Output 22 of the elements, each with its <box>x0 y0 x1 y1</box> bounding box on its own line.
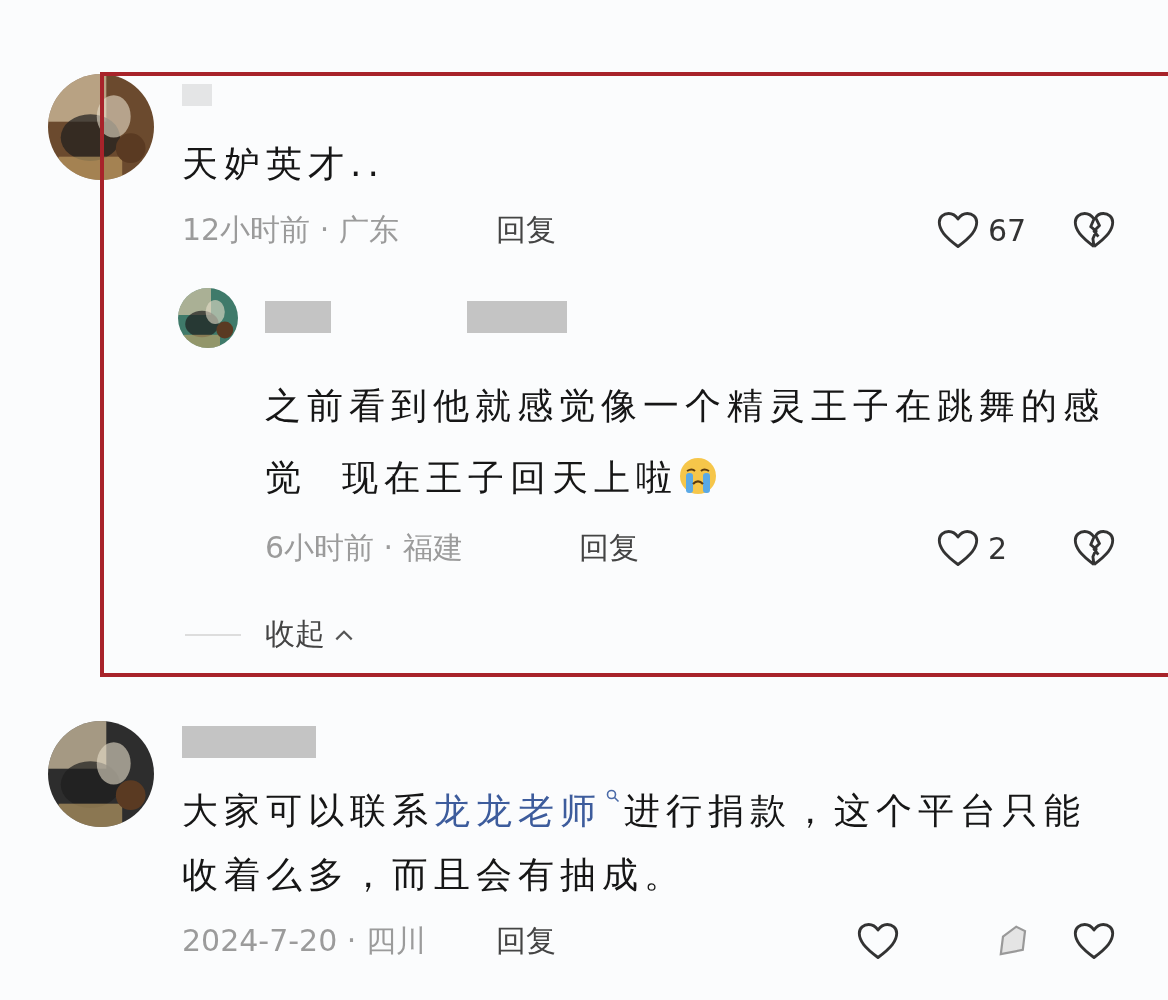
redacted-name <box>265 301 331 333</box>
comment-text: 大家可以联系 龙龙老师 进行捐款，这个平台只能收着么多，而且会有抽成。 <box>182 788 1087 897</box>
heart-icon[interactable] <box>936 210 980 250</box>
search-icon <box>606 789 620 803</box>
heart-icon[interactable] <box>936 528 980 568</box>
reply-button[interactable]: 回复 <box>496 209 556 251</box>
broken-heart-icon[interactable] <box>1072 210 1116 250</box>
reply-button[interactable]: 回复 <box>496 920 556 962</box>
crying-emoji-icon <box>677 456 718 496</box>
search-link[interactable]: 龙龙老师 <box>434 790 624 831</box>
comment-text: 之前看到他就感觉像一个精灵王子在跳舞的感觉 现在王子回天上啦 <box>265 384 1106 500</box>
time-location: 6小时前 · 福建 <box>265 528 464 567</box>
broken-heart-icon[interactable] <box>1072 528 1116 568</box>
like-count: 67 <box>988 212 1027 248</box>
reply-button[interactable]: 回复 <box>579 527 639 569</box>
comment-text: 天妒英才.. <box>182 142 386 186</box>
heart-icon[interactable] <box>856 921 900 961</box>
collapse-button[interactable]: 收起 <box>265 614 355 655</box>
like-count: 2 <box>988 530 1008 566</box>
time-location: 2024-7-20 · 四川 <box>182 921 427 960</box>
time-location: 12小时前 · 广东 <box>182 210 400 249</box>
heart-icon[interactable] <box>1072 921 1116 961</box>
